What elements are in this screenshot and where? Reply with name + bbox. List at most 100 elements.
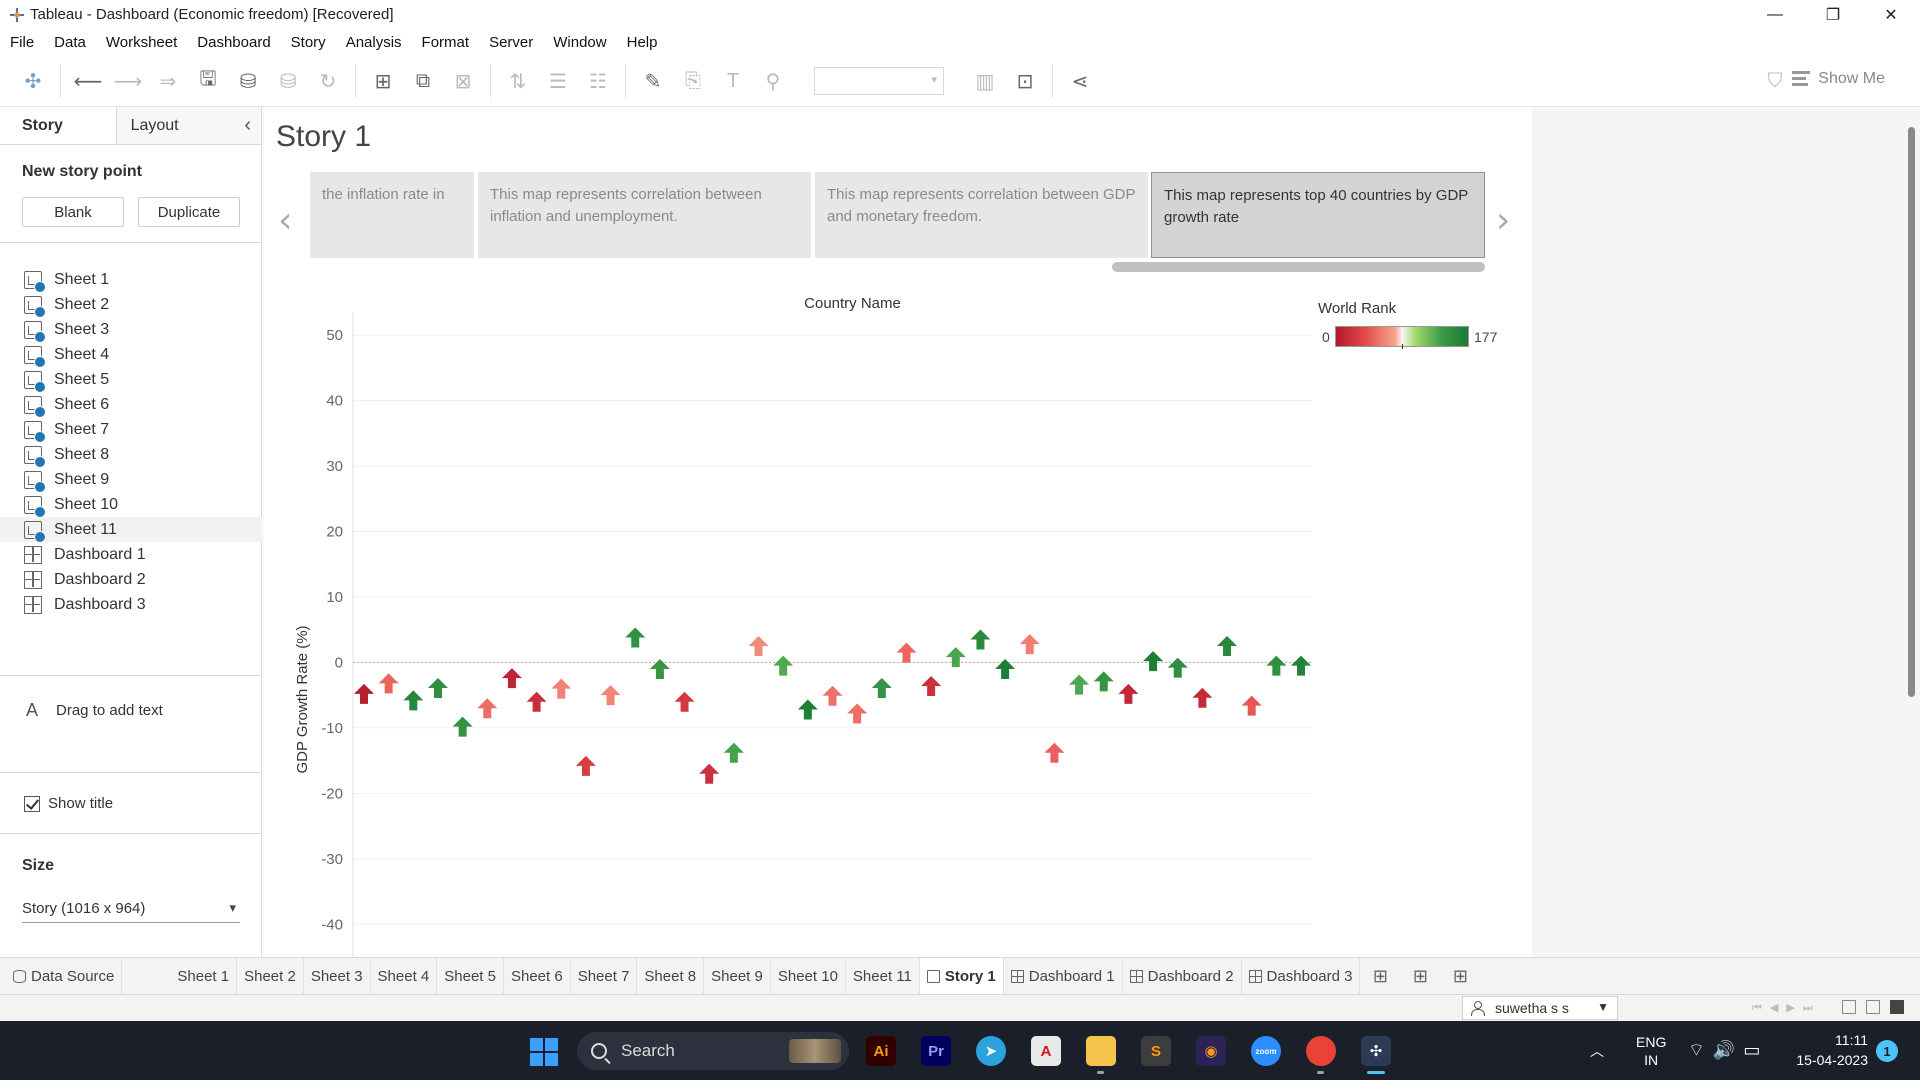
save-icon[interactable]: 🖫 (193, 66, 223, 96)
tabs-view-icon[interactable] (1890, 1000, 1904, 1014)
chrome-app-icon[interactable] (1306, 1036, 1336, 1066)
menu-window[interactable]: Window (553, 34, 606, 51)
telegram-app-icon[interactable]: ➤ (976, 1036, 1006, 1066)
list-item[interactable]: Dashboard 1 (0, 542, 262, 567)
tab-layout[interactable]: Layout ‹ (115, 107, 261, 144)
sublime-app-icon[interactable]: S (1141, 1036, 1171, 1066)
new-worksheet-tab-icon[interactable]: ⊞ (1360, 958, 1400, 995)
drag-to-add-text[interactable]: A Drag to add text (26, 700, 163, 721)
duplicate-sheet-icon[interactable]: ⧉ (408, 66, 438, 96)
sheet-tab[interactable]: Sheet 1 (170, 957, 238, 995)
refresh-icon[interactable]: ↻ (313, 66, 343, 96)
list-item[interactable]: Sheet 4 (0, 342, 262, 368)
sheet-tab[interactable]: Story 1 (919, 957, 1004, 995)
windows-start-icon[interactable] (530, 1038, 558, 1066)
list-item[interactable]: Sheet 9 (0, 467, 262, 493)
format-painter-icon[interactable]: ⛉ (1760, 66, 1790, 96)
group-icon[interactable]: ⎘ (678, 66, 708, 96)
menu-data[interactable]: Data (54, 34, 86, 51)
story-point-scrollbar[interactable] (1112, 262, 1485, 272)
menu-worksheet[interactable]: Worksheet (106, 34, 177, 51)
sort-ascending-icon[interactable]: ☰ (543, 66, 573, 96)
sheet-tab[interactable]: Sheet 2 (237, 957, 304, 995)
sheet-tab[interactable]: Sheet 10 (771, 957, 846, 995)
next-story-point-arrow[interactable]: › (1496, 200, 1510, 241)
sheet-tab[interactable]: Dashboard 2 (1123, 957, 1242, 995)
sheet-tab[interactable]: Sheet 5 (437, 957, 504, 995)
size-dropdown[interactable]: Story (1016 x 964) (22, 895, 240, 923)
show-title-checkbox[interactable]: Show title (24, 795, 113, 812)
story-point-3[interactable]: This map represents correlation between … (815, 172, 1148, 258)
file-explorer-app-icon[interactable] (1086, 1036, 1116, 1066)
tableau-home-icon[interactable]: ✣ (18, 66, 48, 96)
clock[interactable]: 11:11 15-04-2023 (1786, 1030, 1868, 1070)
list-item[interactable]: Sheet 3 (0, 317, 262, 343)
list-item[interactable]: Sheet 10 (0, 492, 262, 518)
sheet-tab[interactable]: Sheet 6 (504, 957, 571, 995)
list-item[interactable]: Sheet 6 (0, 392, 262, 418)
zoom-app-icon[interactable]: zoom (1251, 1036, 1281, 1066)
show-me-button[interactable]: Show Me (1792, 70, 1885, 88)
eclipse-app-icon[interactable]: ◉ (1196, 1036, 1226, 1066)
story-point-1[interactable]: the inflation rate in (310, 172, 474, 258)
new-worksheet-icon[interactable]: ⊞ (368, 66, 398, 96)
pin-icon[interactable]: ⚲ (758, 66, 788, 96)
list-item[interactable]: Sheet 1 (0, 267, 262, 293)
sort-descending-icon[interactable]: ☷ (583, 66, 613, 96)
filmstrip-icon[interactable] (1866, 1000, 1880, 1014)
notification-badge[interactable]: 1 (1876, 1040, 1898, 1062)
duplicate-button[interactable]: Duplicate (138, 197, 240, 227)
pause-updates-icon[interactable]: ⛁ (273, 66, 303, 96)
tableau-app-icon[interactable]: ✣ (1361, 1036, 1391, 1066)
show-cards-icon[interactable]: ▥ (970, 66, 1000, 96)
tab-story[interactable]: Story (0, 107, 116, 144)
sheet-tab[interactable]: Sheet 8 (637, 957, 705, 995)
sheet-tab[interactable]: Sheet 11 (846, 957, 920, 995)
blank-button[interactable]: Blank (22, 197, 124, 227)
story-point-4-active[interactable]: This map represents top 40 countries by … (1151, 172, 1485, 258)
previous-story-point-arrow[interactable]: ‹ (278, 200, 292, 241)
presentation-mode-icon[interactable]: ⊡ (1010, 66, 1040, 96)
share-icon[interactable]: ⋖ (1065, 66, 1095, 96)
close-button[interactable]: ✕ (1862, 0, 1920, 29)
replay-icon[interactable]: ⇒ (153, 66, 183, 96)
new-story-tab-icon[interactable]: ⊞ (1440, 958, 1480, 995)
sheet-tab[interactable]: Dashboard 3 (1242, 957, 1361, 995)
acrobat-app-icon[interactable]: A (1031, 1036, 1061, 1066)
list-item[interactable]: Sheet 11 (0, 517, 262, 543)
menu-format[interactable]: Format (422, 34, 470, 51)
sheet-sorter-icon[interactable] (1842, 1000, 1856, 1014)
restore-button[interactable]: ❐ (1804, 0, 1862, 29)
system-tray-icons[interactable]: ⌔ 🔊 ▭ (1688, 1021, 1768, 1080)
sheet-tab[interactable]: Sheet 4 (371, 957, 438, 995)
taskbar-search[interactable]: Search (577, 1032, 849, 1070)
sheet-tab[interactable]: Dashboard 1 (1004, 957, 1123, 995)
menu-server[interactable]: Server (489, 34, 533, 51)
show-hidden-icons[interactable]: ︿ (1590, 1021, 1604, 1080)
illustrator-app-icon[interactable]: Ai (866, 1036, 896, 1066)
menu-file[interactable]: File (10, 34, 34, 51)
highlight-icon[interactable]: ✎ (638, 66, 668, 96)
premiere-app-icon[interactable]: Pr (921, 1036, 951, 1066)
clear-sheet-icon[interactable]: ⊠ (448, 66, 478, 96)
fit-dropdown[interactable] (814, 67, 944, 95)
new-data-source-icon[interactable]: ⛁ (233, 66, 263, 96)
undo-icon[interactable]: ⟵ (73, 66, 103, 96)
list-item[interactable]: Sheet 2 (0, 292, 262, 318)
story-point-2[interactable]: This map represents correlation between … (478, 172, 811, 258)
menu-story[interactable]: Story (291, 34, 326, 51)
minimize-button[interactable]: — (1746, 0, 1804, 29)
sheet-tab[interactable]: Sheet 7 (571, 957, 638, 995)
sheet-tab[interactable]: Data Source (6, 957, 123, 995)
swap-icon[interactable]: ⇅ (503, 66, 533, 96)
menu-help[interactable]: Help (627, 34, 658, 51)
list-item[interactable]: Sheet 7 (0, 417, 262, 443)
sheet-tab[interactable]: Sheet 3 (304, 957, 371, 995)
user-dropdown[interactable]: suwetha s s ▼ (1462, 996, 1618, 1020)
labels-icon[interactable]: T (718, 66, 748, 96)
new-dashboard-tab-icon[interactable]: ⊞ (1400, 958, 1440, 995)
collapse-pane-icon[interactable]: ‹ (244, 114, 251, 137)
sheet-navigation-arrows[interactable]: ⏮◀▶⏭ (1752, 1001, 1821, 1015)
redo-icon[interactable]: ⟶ (113, 66, 143, 96)
vertical-scrollbar[interactable] (1908, 127, 1915, 697)
